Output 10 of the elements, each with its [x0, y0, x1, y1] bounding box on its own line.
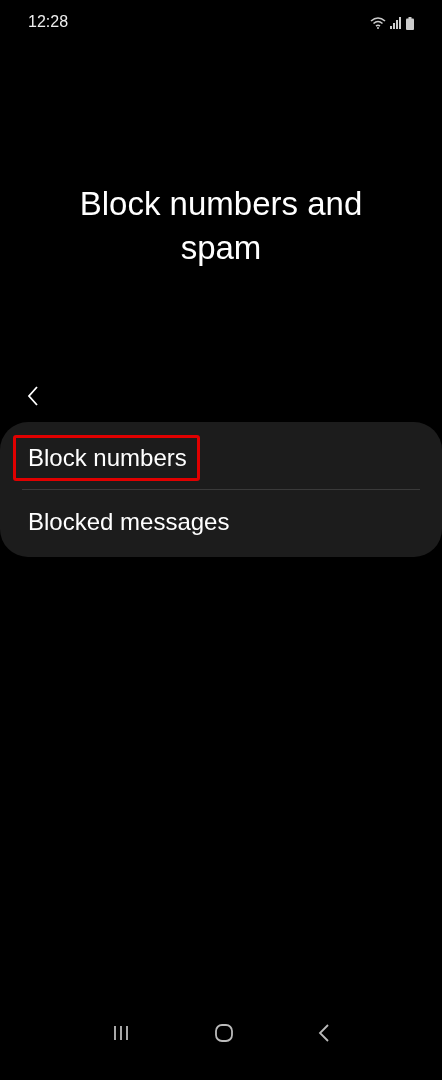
battery-icon — [406, 16, 414, 30]
home-icon[interactable] — [215, 1024, 233, 1042]
wifi-icon — [370, 17, 386, 29]
page-title: Block numbers and spam — [78, 184, 364, 268]
menu-item[interactable]: Blocked messages — [13, 498, 243, 545]
status-time: 12:28 — [28, 13, 69, 31]
signal-icon — [390, 17, 402, 29]
recent-apps-icon[interactable] — [112, 1025, 131, 1041]
back-icon[interactable] — [317, 1024, 330, 1042]
menu-item[interactable]: Block numbers — [13, 434, 200, 481]
